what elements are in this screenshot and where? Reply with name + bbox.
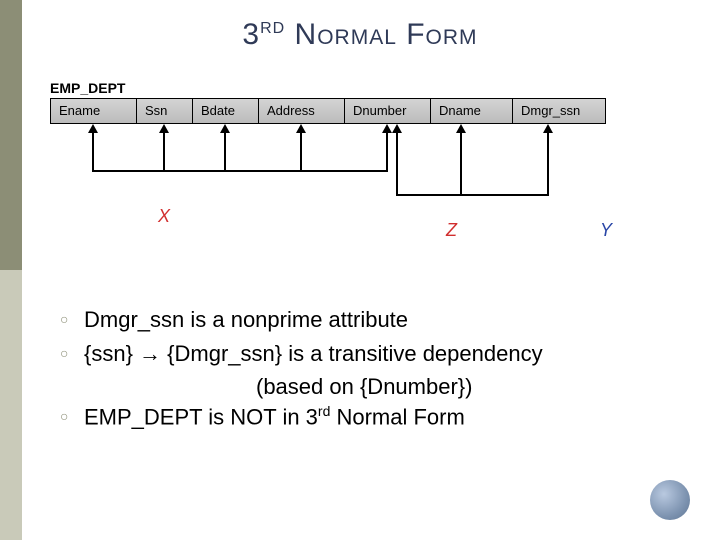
bullet3-a: EMP_DEPT is NOT in 3	[84, 404, 318, 429]
bullet-text: {ssn} → {Dmgr_ssn} is a transitive depen…	[84, 339, 680, 369]
bullet-text: EMP_DEPT is NOT in 3rd Normal Form	[84, 402, 680, 432]
arrow-up-icon	[220, 124, 230, 172]
bullet3-sup: rd	[318, 403, 330, 419]
page-title: 3RD Normal Form	[0, 18, 720, 52]
accent-stripe-light	[0, 270, 22, 540]
label-z: Z	[446, 220, 457, 241]
arrow-up-icon	[159, 124, 169, 172]
title-sup: RD	[260, 20, 285, 37]
bullet-marker-icon: ○	[60, 305, 84, 333]
bullet-subtext: (based on {Dnumber})	[60, 372, 680, 402]
col-dname: Dname	[431, 99, 513, 123]
col-ename: Ename	[51, 99, 137, 123]
bullet-item: ○ Dmgr_ssn is a nonprime attribute	[60, 305, 680, 335]
arrow-up-icon	[382, 124, 392, 172]
fd1-line	[92, 170, 388, 172]
fd-diagram: EMP_DEPT Ename Ssn Bdate Address Dnumber…	[40, 80, 690, 280]
arrow-up-icon	[88, 124, 98, 172]
bullet-item: ○ EMP_DEPT is NOT in 3rd Normal Form	[60, 402, 680, 432]
col-bdate: Bdate	[193, 99, 259, 123]
label-y: Y	[600, 220, 612, 241]
bullet3-b: Normal Form	[330, 404, 464, 429]
col-dmgrssn: Dmgr_ssn	[513, 99, 605, 123]
slide: 3RD Normal Form EMP_DEPT Ename Ssn Bdate…	[0, 0, 720, 540]
arrow-up-icon	[392, 124, 402, 196]
decorative-dot-icon	[650, 480, 690, 520]
label-x: X	[158, 206, 170, 227]
title-post: Normal Form	[285, 18, 477, 51]
bullet-item: ○ {ssn} → {Dmgr_ssn} is a transitive dep…	[60, 339, 680, 369]
arrow-up-icon	[296, 124, 306, 172]
arrow-up-icon	[456, 124, 466, 196]
title-pre: 3	[242, 18, 260, 51]
col-dnumber: Dnumber	[345, 99, 431, 123]
fd2-line	[396, 194, 549, 196]
bullet-marker-icon: ○	[60, 339, 84, 367]
bullet-text: Dmgr_ssn is a nonprime attribute	[84, 305, 680, 335]
accent-stripe	[0, 0, 22, 540]
bullet-list: ○ Dmgr_ssn is a nonprime attribute ○ {ss…	[60, 305, 680, 436]
col-ssn: Ssn	[137, 99, 193, 123]
col-address: Address	[259, 99, 345, 123]
table-name: EMP_DEPT	[50, 80, 125, 96]
arrow-up-icon	[543, 124, 553, 196]
bullet-marker-icon: ○	[60, 402, 84, 430]
table-header-row: Ename Ssn Bdate Address Dnumber Dname Dm…	[50, 98, 606, 124]
